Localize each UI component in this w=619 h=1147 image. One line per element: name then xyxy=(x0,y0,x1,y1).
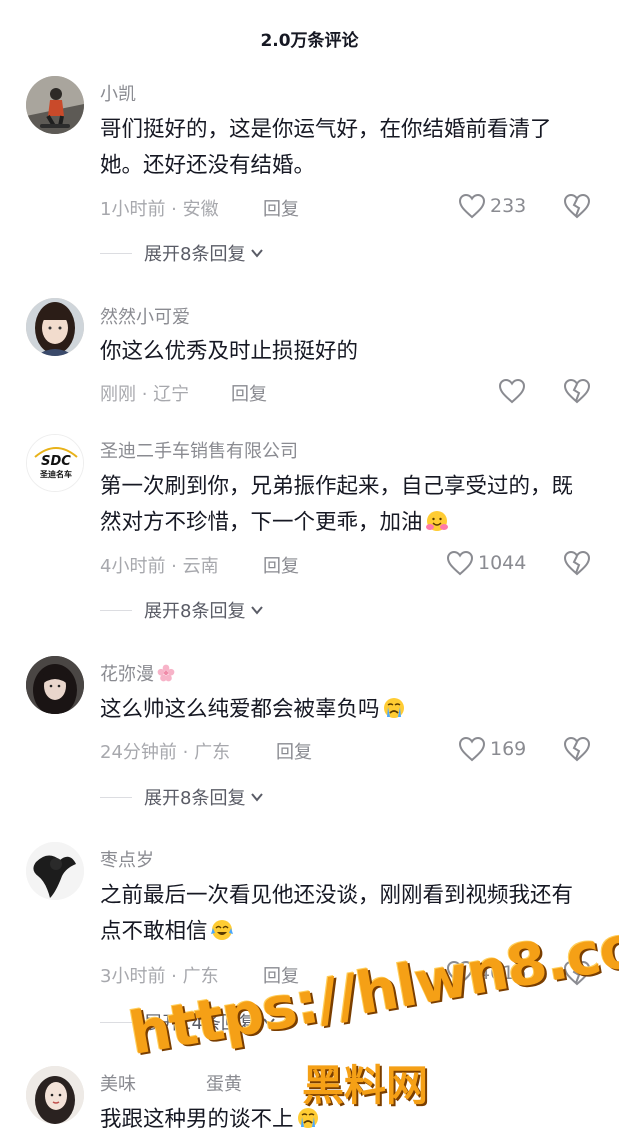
like-button[interactable]: 1044 xyxy=(446,548,526,578)
comment-username[interactable]: 花弥漫 xyxy=(100,660,176,686)
comment-username[interactable]: 然然小可爱 xyxy=(100,303,190,329)
heart-outline-icon xyxy=(446,550,474,576)
reply-button[interactable]: 回复 xyxy=(263,552,299,578)
like-count: 169 xyxy=(490,738,527,760)
comment-meta: 1小时前 · 安徽 xyxy=(100,199,219,220)
reply-button[interactable]: 回复 xyxy=(231,380,267,406)
comment-text: 第一次刷到你，兄弟振作起来，自己享受过的，既然对方不珍惜，下一个更乖，加油 xyxy=(100,469,590,541)
hug-emoji-icon xyxy=(425,511,448,531)
chevron-down-icon xyxy=(251,793,264,802)
comment-username-text: 美味 xyxy=(100,1074,136,1095)
comment-text-body: 这么帅这么纯爱都会被辜负吗 xyxy=(100,697,380,722)
like-button[interactable]: 169 xyxy=(458,734,526,764)
expand-replies-button[interactable]: 展开8条回复 xyxy=(100,785,265,809)
expand-label: 展开8条回复 xyxy=(144,244,246,265)
heart-outline-icon xyxy=(458,736,486,762)
like-count: 233 xyxy=(490,195,527,217)
like-button[interactable]: 233 xyxy=(458,191,526,221)
comment-meta: 刚刚 · 辽宁 xyxy=(100,384,190,405)
chevron-down-icon xyxy=(251,249,264,258)
comment-text: 哥们挺好的，这是你运气好，在你结婚前看清了她。还好还没有结婚。 xyxy=(100,117,552,178)
like-button[interactable] xyxy=(498,376,526,406)
cherry-blossom-icon xyxy=(157,664,175,682)
expand-replies-button[interactable]: 展开8条回复 xyxy=(100,241,265,265)
comment-meta: 24分钟前 · 广东 xyxy=(100,742,231,763)
heart-outline-icon xyxy=(458,193,486,219)
avatar[interactable] xyxy=(26,76,84,134)
comment-text: 你这么优秀及时止损挺好的 xyxy=(100,339,359,364)
avatar[interactable] xyxy=(26,842,84,900)
comment-username[interactable]: 美味 蛋黄 xyxy=(100,1070,242,1096)
logo-text: 圣迪名车 xyxy=(39,469,72,479)
expand-replies-button[interactable]: 展开8条回复 xyxy=(100,598,265,622)
comment-meta: 4小时前 · 云南 xyxy=(100,556,219,577)
expand-label: 展开8条回复 xyxy=(144,601,246,622)
comment-text: 这么帅这么纯爱都会被辜负吗 xyxy=(100,692,590,728)
avatar[interactable] xyxy=(26,1066,84,1124)
divider xyxy=(100,796,132,798)
expand-label: 展开8条回复 xyxy=(144,788,246,809)
logo-mark: SDC xyxy=(41,454,71,469)
comment-username[interactable]: 小凯 xyxy=(100,80,136,106)
comment-text-body: 我跟这种男的谈不上 xyxy=(100,1107,294,1132)
reply-button[interactable]: 回复 xyxy=(263,195,299,221)
comments-count-title: 2.0万条评论 xyxy=(260,31,359,51)
chevron-down-icon xyxy=(251,606,264,615)
broken-heart-icon[interactable] xyxy=(563,549,591,577)
crying-face-icon xyxy=(383,698,404,718)
broken-heart-icon[interactable] xyxy=(563,192,591,220)
company-logo-avatar[interactable]: SDC 圣迪名车 xyxy=(26,434,84,492)
like-count: 1044 xyxy=(478,552,527,574)
heart-outline-icon xyxy=(498,378,526,404)
reply-button[interactable]: 回复 xyxy=(276,738,312,764)
comment-username[interactable]: 枣点岁 xyxy=(100,846,154,872)
tears-of-joy-icon xyxy=(210,920,233,940)
broken-heart-icon[interactable] xyxy=(563,377,591,405)
broken-heart-icon[interactable] xyxy=(563,735,591,763)
avatar[interactable] xyxy=(26,656,84,714)
watermark-text: 黑料网 xyxy=(302,1061,429,1110)
avatar[interactable] xyxy=(26,298,84,356)
comment-meta: 3小时前 · 广东 xyxy=(100,966,219,987)
comment-username-suffix: 蛋黄 xyxy=(206,1074,242,1095)
divider xyxy=(100,609,132,611)
comment-username[interactable]: 圣迪二手车销售有限公司 xyxy=(100,437,298,463)
comment-username-text: 花弥漫 xyxy=(100,664,154,685)
comment-text-body: 第一次刷到你，兄弟振作起来，自己享受过的，既然对方不珍惜，下一个更乖，加油 xyxy=(100,474,574,535)
divider xyxy=(100,252,132,254)
